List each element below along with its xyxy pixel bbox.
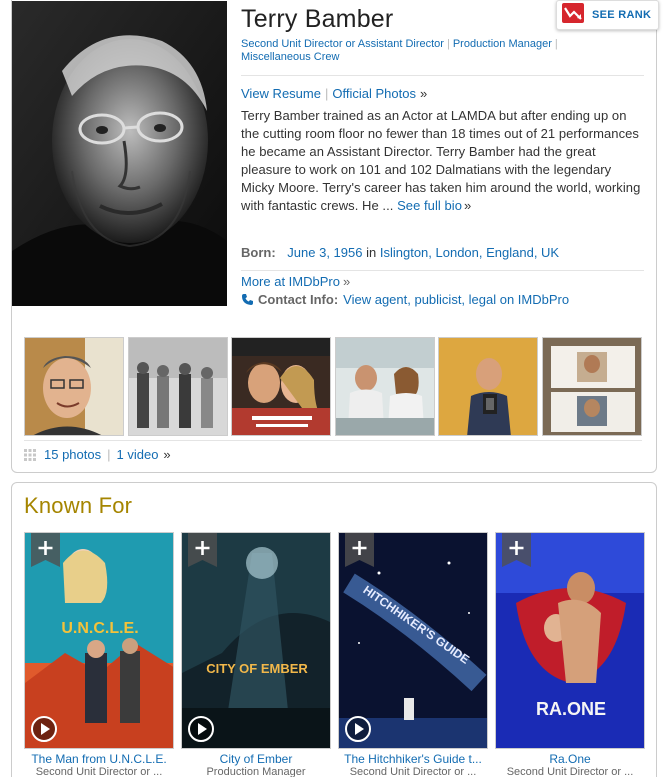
born-date-link[interactable]: June 3, 1956 bbox=[287, 245, 362, 260]
born-in-text: in bbox=[366, 245, 377, 260]
movie-role: Production Manager bbox=[206, 766, 306, 777]
photo-thumbnail[interactable] bbox=[24, 337, 124, 436]
known-for-section: Known For U.N.C.L.E. The Man from U.N.C.… bbox=[11, 482, 657, 777]
contact-info-link[interactable]: View agent, publicist, legal on IMDbPro bbox=[343, 292, 569, 307]
phone-icon bbox=[241, 293, 254, 306]
movie-poster[interactable]: RA.ONE bbox=[495, 532, 645, 749]
born-place-link[interactable]: Islington, London, England, UK bbox=[380, 245, 559, 260]
person-overview-card: Terry Bamber SEE RANK Second Unit Direct… bbox=[11, 0, 659, 473]
movie-poster[interactable]: HITCHHIKER'S GUIDE bbox=[338, 532, 488, 749]
add-to-watchlist-icon[interactable] bbox=[188, 533, 217, 567]
photos-count-link[interactable]: 15 photos bbox=[44, 447, 101, 462]
photo-thumbnail[interactable] bbox=[438, 337, 538, 436]
view-resume-link[interactable]: View Resume bbox=[241, 86, 321, 101]
known-for-item[interactable]: RA.ONE Ra.One Second Unit Director or ..… bbox=[495, 532, 645, 777]
movie-poster[interactable]: U.N.C.L.E. bbox=[24, 532, 174, 749]
photo-thumbnail[interactable] bbox=[231, 337, 331, 436]
contact-info: Contact Info: View agent, publicist, leg… bbox=[241, 292, 569, 307]
bio-summary: Terry Bamber trained as an Actor at LAMD… bbox=[241, 107, 646, 215]
poster-title-text: RA.ONE bbox=[536, 699, 606, 719]
link-separator: | bbox=[324, 86, 329, 101]
headshot-image[interactable] bbox=[12, 1, 227, 306]
movie-title-link[interactable]: Ra.One bbox=[495, 752, 645, 766]
official-photos-link[interactable]: Official Photos bbox=[332, 86, 416, 101]
poster-title-text: CITY OF EMBER bbox=[206, 661, 308, 676]
poster-title-text: U.N.C.L.E. bbox=[61, 620, 138, 637]
raquo-icon: » bbox=[464, 198, 472, 213]
movie-title-link[interactable]: The Man from U.N.C.L.E. bbox=[24, 752, 174, 766]
category-separator: | bbox=[446, 38, 450, 50]
raquo-icon: » bbox=[163, 447, 171, 462]
category-separator: | bbox=[554, 38, 558, 50]
add-to-watchlist-icon[interactable] bbox=[502, 533, 531, 567]
resume-links: View Resume | Official Photos» bbox=[241, 86, 427, 101]
see-full-bio-link[interactable]: See full bio bbox=[397, 198, 462, 213]
contact-label: Contact Info: bbox=[258, 292, 339, 307]
add-to-watchlist-icon[interactable] bbox=[31, 533, 60, 567]
known-for-heading: Known For bbox=[24, 493, 133, 518]
photo-thumbnail[interactable] bbox=[128, 337, 228, 436]
known-for-item[interactable]: U.N.C.L.E. The Man from U.N.C.L.E. Secon… bbox=[24, 532, 174, 777]
known-for-item[interactable]: CITY OF EMBER City of Ember Production M… bbox=[181, 532, 331, 777]
play-trailer-icon[interactable] bbox=[343, 714, 373, 744]
person-name-heading: Terry Bamber bbox=[241, 5, 394, 33]
link-separator: | bbox=[107, 447, 111, 462]
raquo-icon: » bbox=[419, 86, 428, 101]
divider bbox=[241, 270, 644, 271]
see-rank-button[interactable]: SEE RANK bbox=[556, 0, 659, 30]
photo-thumbnail[interactable] bbox=[335, 337, 435, 436]
movie-role: Second Unit Director or ... bbox=[349, 766, 477, 777]
grid-icon bbox=[24, 448, 36, 461]
video-count-link[interactable]: 1 video bbox=[117, 447, 159, 462]
movie-role: Second Unit Director or ... bbox=[506, 766, 634, 777]
movie-poster[interactable]: CITY OF EMBER bbox=[181, 532, 331, 749]
add-to-watchlist-icon[interactable] bbox=[345, 533, 374, 567]
divider bbox=[241, 75, 644, 76]
media-links: 15 photos | 1 video » bbox=[24, 447, 171, 462]
born-label: Born: bbox=[241, 245, 276, 260]
more-imdbpro: More at IMDbPro» bbox=[241, 274, 350, 289]
play-trailer-icon[interactable] bbox=[29, 714, 59, 744]
see-rank-label: SEE RANK bbox=[592, 9, 652, 21]
movie-title-link[interactable]: The Hitchhiker's Guide t... bbox=[338, 752, 488, 766]
play-trailer-icon[interactable] bbox=[186, 714, 216, 744]
known-for-item[interactable]: HITCHHIKER'S GUIDE The Hitchhiker's Guid… bbox=[338, 532, 488, 777]
job-categories: Second Unit Director or Assistant Direct… bbox=[241, 38, 646, 64]
category-link-production-manager[interactable]: Production Manager bbox=[453, 38, 552, 50]
born-info: Born: June 3, 1956 in Islington, London,… bbox=[241, 245, 559, 260]
photo-thumbnail[interactable] bbox=[542, 337, 642, 436]
movie-role: Second Unit Director or ... bbox=[35, 766, 163, 777]
category-link-misc-crew[interactable]: Miscellaneous Crew bbox=[241, 51, 339, 63]
rank-chart-icon bbox=[562, 2, 584, 28]
divider bbox=[24, 440, 642, 441]
more-imdbpro-link[interactable]: More at IMDbPro bbox=[241, 274, 340, 289]
movie-title-link[interactable]: City of Ember bbox=[181, 752, 331, 766]
raquo-icon: » bbox=[342, 274, 351, 289]
category-link-second-unit[interactable]: Second Unit Director or Assistant Direct… bbox=[241, 38, 444, 50]
